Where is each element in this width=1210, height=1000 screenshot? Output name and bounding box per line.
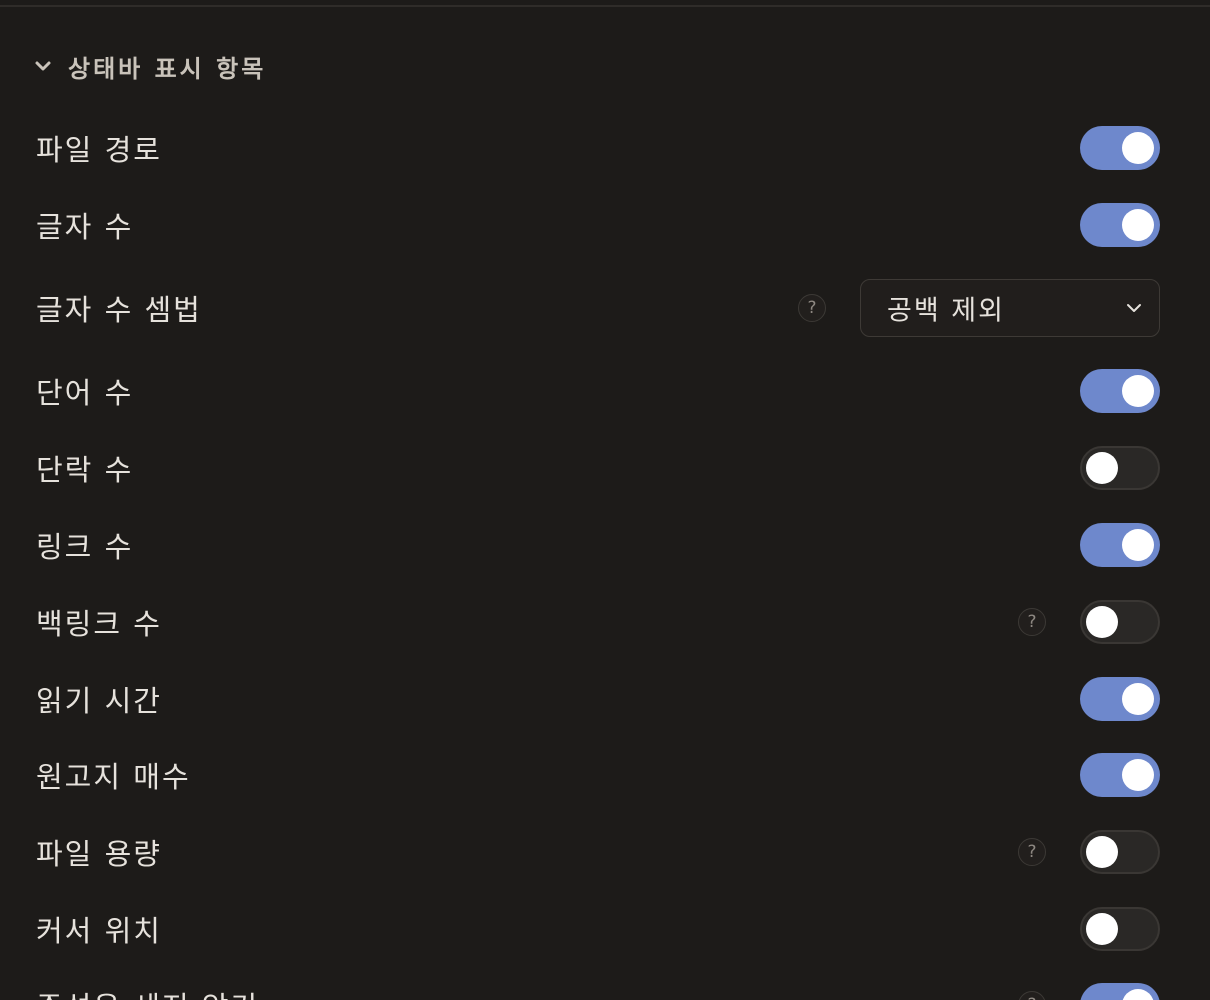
toggle-knob [1122,529,1154,561]
toggle-knob [1122,209,1154,241]
setting-label: 주석은 세지 않기 [36,984,259,1000]
setting-row-char-count: 글자 수 [0,195,1210,255]
toggle-knob [1122,989,1154,1000]
toggle-knob [1086,606,1118,638]
chevron-down-icon [1123,297,1145,319]
setting-row-char-count-method: 글자 수 셈법 ? 공백 제외 [0,278,1210,338]
toggle-knob [1086,836,1118,868]
toggle-knob [1122,132,1154,164]
reading-time-toggle[interactable] [1080,677,1160,721]
setting-label: 원고지 매수 [36,760,191,794]
setting-label: 파일 경로 [36,133,162,167]
toggle-knob [1122,683,1154,715]
setting-row-paragraph-count: 단락 수 [0,438,1210,498]
backlink-count-toggle[interactable] [1080,600,1160,644]
setting-label: 링크 수 [36,530,134,564]
settings-page: 상태바 표시 항목 파일 경로 글자 수 글자 수 셈법 ? 공백 제외 단어 … [0,0,1210,1000]
setting-label: 읽기 시간 [36,684,162,718]
setting-row-link-count: 링크 수 [0,515,1210,575]
setting-row-file-size: 파일 용량 ? [0,822,1210,882]
ignore-comments-toggle[interactable] [1080,983,1160,1000]
toggle-knob [1122,759,1154,791]
word-count-toggle[interactable] [1080,369,1160,413]
setting-row-manuscript-pages: 원고지 매수 [0,745,1210,805]
toggle-knob [1086,452,1118,484]
setting-row-file-path: 파일 경로 [0,118,1210,178]
char-count-method-select[interactable]: 공백 제외 [860,279,1160,337]
file-size-toggle[interactable] [1080,830,1160,874]
setting-label: 단어 수 [36,376,134,410]
setting-row-cursor-position: 커서 위치 [0,899,1210,959]
help-icon[interactable]: ? [1018,608,1046,636]
manuscript-pages-toggle[interactable] [1080,753,1160,797]
setting-label: 글자 수 셈법 [36,293,202,327]
select-value: 공백 제외 [887,295,1005,327]
help-icon[interactable]: ? [1018,991,1046,1000]
section-header[interactable]: 상태바 표시 항목 [32,44,266,88]
toggle-knob [1086,913,1118,945]
cursor-position-toggle[interactable] [1080,907,1160,951]
help-icon[interactable]: ? [1018,838,1046,866]
top-divider [0,5,1210,7]
setting-row-backlink-count: 백링크 수 ? [0,592,1210,652]
setting-label: 커서 위치 [36,914,162,948]
link-count-toggle[interactable] [1080,523,1160,567]
section-title: 상태바 표시 항목 [68,54,267,83]
setting-label: 글자 수 [36,210,134,244]
setting-row-reading-time: 읽기 시간 [0,669,1210,729]
paragraph-count-toggle[interactable] [1080,446,1160,490]
chevron-down-icon[interactable] [32,55,54,77]
help-icon[interactable]: ? [798,294,826,322]
file-path-toggle[interactable] [1080,126,1160,170]
setting-label: 백링크 수 [36,607,162,641]
char-count-toggle[interactable] [1080,203,1160,247]
setting-label: 단락 수 [36,453,134,487]
setting-label: 파일 용량 [36,837,162,871]
toggle-knob [1122,375,1154,407]
setting-row-ignore-comments: 주석은 세지 않기 ? [0,975,1210,1000]
setting-row-word-count: 단어 수 [0,361,1210,421]
